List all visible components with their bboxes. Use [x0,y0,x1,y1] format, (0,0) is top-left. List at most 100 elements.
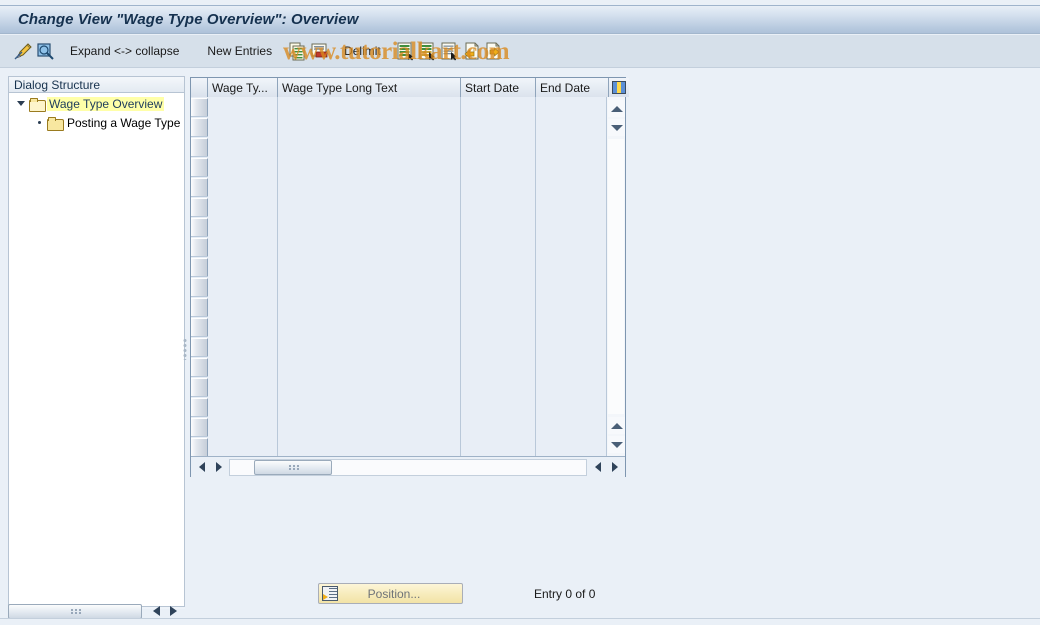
table-cell-wage_type_long_text[interactable] [278,137,461,157]
table-row[interactable] [191,117,607,137]
table-cell-end_date[interactable] [536,357,607,377]
table-cell-wage_type[interactable] [208,277,278,297]
table-cell-wage_type[interactable] [208,297,278,317]
select-block-icon[interactable] [417,40,439,62]
table-row[interactable] [191,157,607,177]
column-header-end-date[interactable]: End Date [536,78,609,97]
table-cell-wage_type_long_text[interactable] [278,397,461,417]
table-cell-wage_type_long_text[interactable] [278,297,461,317]
table-cell-start_date[interactable] [461,237,536,257]
table-cell-end_date[interactable] [536,257,607,277]
chevron-down-icon[interactable] [13,101,29,106]
table-cell-wage_type[interactable] [208,437,278,456]
magnifier-check-icon[interactable] [34,40,56,62]
table-cell-wage_type[interactable] [208,97,278,117]
table-row[interactable] [191,417,607,437]
table-scroll-thumb[interactable] [254,459,332,475]
table-cell-end_date[interactable] [536,217,607,237]
table-cell-start_date[interactable] [461,377,536,397]
table-cell-start_date[interactable] [461,277,536,297]
table-scroll-track[interactable] [229,458,587,476]
table-cell-wage_type[interactable] [208,257,278,277]
table-scroll-first-button[interactable] [589,459,606,476]
tree-item-wage-type-overview[interactable]: Wage Type Overview [9,94,184,113]
row-select-button[interactable] [191,318,208,336]
position-button[interactable]: Position... [318,583,463,604]
table-cell-wage_type_long_text[interactable] [278,437,461,456]
table-cell-wage_type_long_text[interactable] [278,157,461,177]
table-cell-start_date[interactable] [461,117,536,137]
table-row[interactable] [191,237,607,257]
table-row[interactable] [191,337,607,357]
table-cell-wage_type_long_text[interactable] [278,377,461,397]
table-scroll-right-button[interactable] [210,459,227,476]
table-cell-wage_type_long_text[interactable] [278,317,461,337]
table-cell-wage_type_long_text[interactable] [278,177,461,197]
column-header-wage-type[interactable]: Wage Ty... [208,78,278,97]
row-select-button[interactable] [191,238,208,256]
row-select-button[interactable] [191,398,208,416]
table-cell-start_date[interactable] [461,257,536,277]
table-cell-wage_type_long_text[interactable] [278,337,461,357]
table-cell-wage_type_long_text[interactable] [278,117,461,137]
row-select-button[interactable] [191,218,208,236]
row-select-button[interactable] [191,118,208,136]
table-cell-start_date[interactable] [461,337,536,357]
row-select-button[interactable] [191,438,208,456]
sidebar-scroll-thumb[interactable] [8,603,142,619]
table-cell-start_date[interactable] [461,357,536,377]
table-cell-wage_type[interactable] [208,137,278,157]
table-cell-wage_type[interactable] [208,337,278,357]
table-cell-end_date[interactable] [536,97,607,117]
pencil-display-change-icon[interactable] [12,40,34,62]
row-select-button[interactable] [191,418,208,436]
table-cell-end_date[interactable] [536,197,607,217]
table-settings-icon[interactable] [609,78,629,97]
table-row[interactable] [191,257,607,277]
row-select-button[interactable] [191,138,208,156]
table-row[interactable] [191,357,607,377]
delimit-button[interactable]: Delimit [338,44,387,58]
table-cell-wage_type[interactable] [208,117,278,137]
table-scroll-last-button[interactable] [606,459,623,476]
row-select-button[interactable] [191,98,208,116]
row-select-button[interactable] [191,298,208,316]
table-cell-wage_type_long_text[interactable] [278,257,461,277]
scroll-page-up-button[interactable] [608,100,626,117]
table-cell-end_date[interactable] [536,377,607,397]
table-cell-start_date[interactable] [461,297,536,317]
table-row[interactable] [191,277,607,297]
table-row[interactable] [191,377,607,397]
table-cell-end_date[interactable] [536,317,607,337]
tree-item-posting-a-wage-type[interactable]: Posting a Wage Type [9,113,184,132]
table-cell-wage_type[interactable] [208,417,278,437]
new-entries-button[interactable]: New Entries [201,44,278,58]
table-cell-wage_type[interactable] [208,317,278,337]
table-cell-start_date[interactable] [461,97,536,117]
table-row[interactable] [191,397,607,417]
table-cell-end_date[interactable] [536,157,607,177]
table-cell-start_date[interactable] [461,197,536,217]
copy-as-icon[interactable] [286,40,308,62]
table-cell-end_date[interactable] [536,277,607,297]
table-cell-start_date[interactable] [461,137,536,157]
deselect-all-icon[interactable] [439,40,461,62]
table-cell-end_date[interactable] [536,137,607,157]
column-header-start-date[interactable]: Start Date [461,78,536,97]
next-entry-icon[interactable] [483,40,505,62]
table-cell-wage_type_long_text[interactable] [278,417,461,437]
table-cell-wage_type_long_text[interactable] [278,217,461,237]
table-row[interactable] [191,437,607,456]
row-select-button[interactable] [191,358,208,376]
row-select-button[interactable] [191,178,208,196]
table-cell-wage_type[interactable] [208,237,278,257]
scroll-down-button[interactable] [608,417,626,434]
table-row[interactable] [191,137,607,157]
table-cell-end_date[interactable] [536,237,607,257]
table-cell-end_date[interactable] [536,297,607,317]
table-cell-end_date[interactable] [536,397,607,417]
table-cell-wage_type_long_text[interactable] [278,277,461,297]
vertical-scroll-track[interactable] [608,139,624,414]
table-cell-end_date[interactable] [536,177,607,197]
row-select-button[interactable] [191,158,208,176]
